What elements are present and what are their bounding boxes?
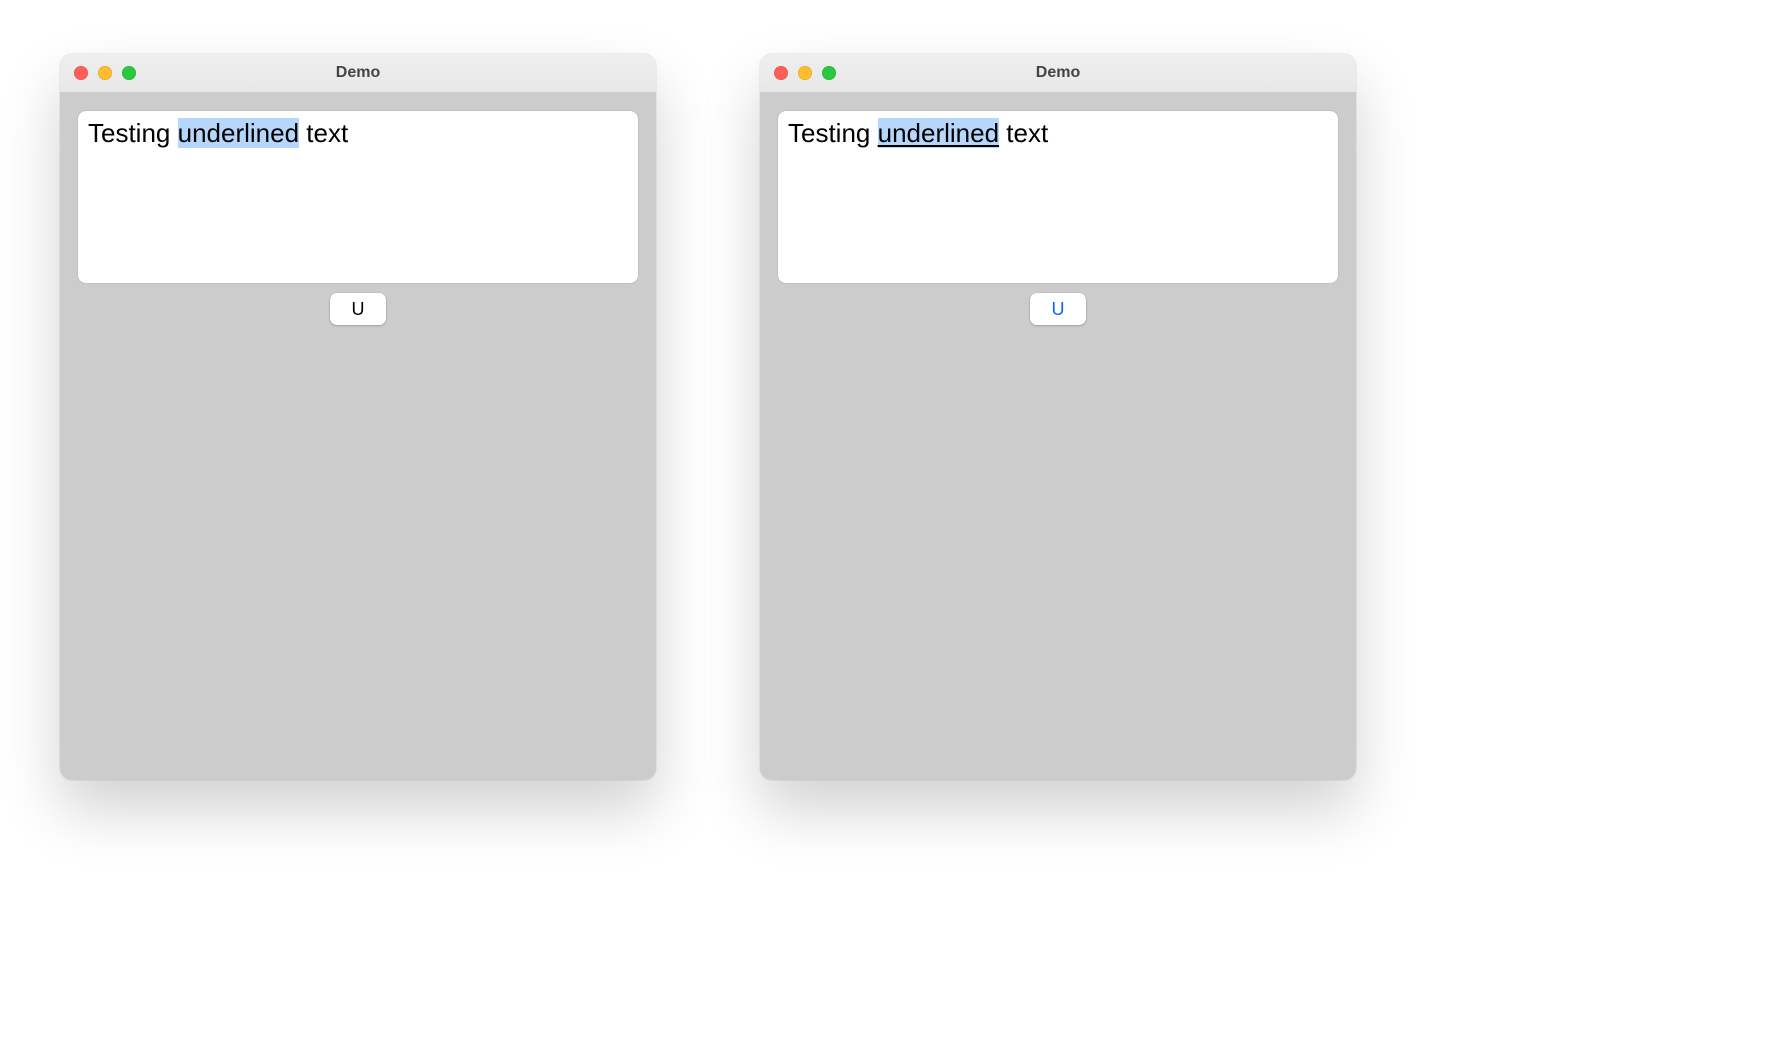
- titlebar[interactable]: Demo: [60, 54, 656, 93]
- zoom-icon[interactable]: [822, 66, 836, 80]
- minimize-icon[interactable]: [98, 66, 112, 80]
- text-area[interactable]: Testing underlined text: [778, 111, 1338, 283]
- text-before: Testing: [88, 118, 178, 148]
- minimize-icon[interactable]: [798, 66, 812, 80]
- underline-button[interactable]: U: [1030, 293, 1086, 325]
- toolbar: U: [778, 293, 1338, 325]
- text-after: text: [299, 118, 348, 148]
- underline-button[interactable]: U: [330, 293, 386, 325]
- window-title: Demo: [760, 64, 1356, 82]
- text-before: Testing: [788, 118, 878, 148]
- titlebar[interactable]: Demo: [760, 54, 1356, 93]
- traffic-lights: [74, 66, 136, 80]
- selected-text: underlined: [178, 118, 299, 148]
- window-title: Demo: [60, 64, 656, 82]
- text-after: text: [999, 118, 1048, 148]
- close-icon[interactable]: [774, 66, 788, 80]
- traffic-lights: [774, 66, 836, 80]
- window-body: Testing underlined text U: [760, 93, 1356, 343]
- text-area[interactable]: Testing underlined text: [78, 111, 638, 283]
- app-window-left: Demo Testing underlined text U: [60, 54, 656, 780]
- selected-text: underlined: [878, 118, 999, 148]
- app-window-right: Demo Testing underlined text U: [760, 54, 1356, 780]
- zoom-icon[interactable]: [122, 66, 136, 80]
- close-icon[interactable]: [74, 66, 88, 80]
- toolbar: U: [78, 293, 638, 325]
- window-body: Testing underlined text U: [60, 93, 656, 343]
